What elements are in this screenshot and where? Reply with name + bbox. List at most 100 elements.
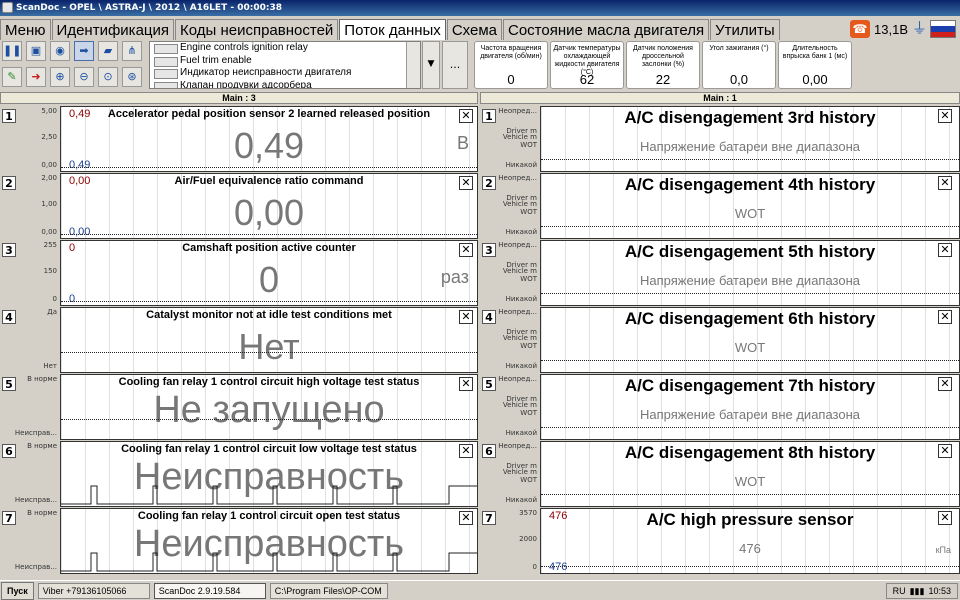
list-item[interactable]: Индикатор неисправности двигателя: [150, 67, 420, 80]
tab-2[interactable]: Коды неисправностей: [175, 19, 339, 40]
axis-tick: Неопред...: [498, 375, 537, 383]
left-row: 7 В норме Неисправ... Cooling fan relay 1 c…: [0, 508, 478, 574]
close-icon[interactable]: ✕: [938, 511, 952, 525]
parameter-plot: A/C disengagement 8th history WOT: [540, 441, 960, 507]
parameter-name: Accelerator pedal position sensor 2 lear…: [107, 108, 431, 120]
save-icon[interactable]: ▣: [26, 41, 46, 61]
tab-1[interactable]: Идентификация: [51, 19, 175, 40]
trace-line: [61, 301, 477, 302]
language-indicator[interactable]: RU: [893, 586, 906, 596]
parameter-plot: A/C disengagement 6th history WOT: [540, 307, 960, 373]
trace-line: [541, 427, 959, 428]
close-icon[interactable]: ✕: [459, 176, 473, 190]
close-icon[interactable]: ✕: [459, 377, 473, 391]
row-number: 4: [482, 310, 496, 324]
zoom-reset-icon[interactable]: ⊙: [98, 67, 118, 87]
list-item[interactable]: Engine controls ignition relay: [150, 42, 420, 55]
pause-icon[interactable]: ❚❚: [2, 41, 22, 61]
axis-tick: 3570: [519, 509, 537, 517]
signal-icon: ▮▮▮: [909, 585, 925, 596]
taskbar-item[interactable]: C:\Program Files\OP-COM: [269, 582, 388, 599]
tab-3[interactable]: Поток данных: [339, 19, 446, 40]
close-icon[interactable]: ✕: [938, 176, 952, 190]
row-number: 5: [2, 377, 16, 391]
list-item[interactable]: Fuel trim enable: [150, 55, 420, 68]
taskbar-item[interactable]: Viber +79136105066: [37, 582, 150, 599]
left-row: 3 255 150 0 Camshaft position active counter…: [0, 240, 478, 306]
axis-tick: WOT: [520, 476, 537, 484]
tab-bar: Меню Идентификация Коды неисправностей Пото…: [0, 19, 781, 40]
axis-labels: 5,00 2,50 0,00: [17, 107, 60, 171]
axis-tick: 255: [43, 241, 57, 249]
close-icon[interactable]: ✕: [938, 310, 952, 324]
trace-line: [541, 226, 959, 227]
language-flag-icon[interactable]: [930, 20, 956, 38]
axis-labels: Неопред... Driver m Vehicle m WOT Никакой: [497, 107, 540, 171]
parameter-name: Catalyst monitor not at idle test condit…: [146, 309, 392, 321]
parameter-list-scrollbar[interactable]: [406, 42, 420, 88]
title-bar: ScanDoc - OPEL \ ASTRA-J \ 2012 \ A16LET…: [0, 0, 960, 16]
parameter-plot: A/C high pressure sensor 476 кПа 476 476: [540, 508, 960, 574]
left-row: 2 2,00 1,00 0,00 Air/Fuel equivalence ratio …: [0, 173, 478, 239]
pen-icon[interactable]: ✎: [2, 67, 22, 87]
zoom-in-icon[interactable]: ⊕: [50, 67, 70, 87]
parameter-plot: Air/Fuel equivalence ratio command 0,00 0,…: [60, 173, 478, 239]
tree-icon[interactable]: ⋔: [122, 41, 142, 61]
parameter-plot: A/C disengagement 3rd history Напряжение …: [540, 106, 960, 172]
summary-card-value: 22: [655, 72, 671, 87]
open-folder-icon[interactable]: ▰: [98, 41, 118, 61]
list-item[interactable]: Клапан продувки адсорбера: [150, 80, 420, 88]
parameter-list[interactable]: Engine controls ignition relay Fuel trim…: [149, 41, 421, 89]
trace-line: [61, 485, 477, 505]
plug-icon: ⏚: [912, 20, 928, 37]
right-row: 3 Неопред... Driver m Vehicle m WOT Никакой A/…: [480, 240, 960, 306]
parameter-name: A/C disengagement 4th history: [624, 175, 876, 194]
min-value: 0: [69, 293, 76, 305]
close-icon[interactable]: ✕: [938, 243, 952, 257]
tab-0[interactable]: Меню: [0, 19, 51, 40]
axis-labels: В норме Неисправ...: [15, 442, 60, 506]
summary-card-label: Датчик положения дроссельной заслонки (%…: [633, 45, 693, 68]
max-value: 0: [69, 242, 76, 254]
phone-icon[interactable]: ☎: [850, 20, 871, 38]
axis-tick: Vehicle m: [502, 200, 537, 208]
chevron-down-icon[interactable]: ▼: [422, 41, 440, 89]
export-icon[interactable]: ➜: [26, 67, 46, 87]
axis-tick: 150: [43, 267, 57, 275]
row-number: 2: [2, 176, 16, 190]
summary-card: Угол зажигания (°) 0,0: [702, 41, 776, 89]
summary-card-label: Длительность впрыска банк 1 (мс): [782, 45, 848, 60]
axis-labels: 3570 2000 0: [497, 509, 540, 573]
zoom-fit-icon[interactable]: ⊛: [122, 67, 142, 87]
close-icon[interactable]: ✕: [459, 511, 473, 525]
close-icon[interactable]: ✕: [459, 444, 473, 458]
axis-labels: Неопред... Driver m Vehicle m WOT Никакой: [497, 442, 540, 506]
axis-labels: Неопред... Driver m Vehicle m WOT Никакой: [497, 241, 540, 305]
tab-6[interactable]: Утилиты: [710, 19, 780, 40]
close-icon[interactable]: ✕: [459, 310, 473, 324]
close-icon[interactable]: ✕: [938, 377, 952, 391]
parameter-value: Напряжение батареи вне диапазона: [639, 139, 861, 154]
max-value: 0,00: [69, 175, 91, 187]
trace-line: [61, 419, 477, 420]
close-icon[interactable]: ✕: [938, 444, 952, 458]
start-button[interactable]: Пуск: [1, 581, 34, 600]
more-button[interactable]: ...: [442, 41, 468, 89]
summary-card-value: 0: [507, 72, 515, 87]
close-icon[interactable]: ✕: [938, 109, 952, 123]
right-row: 4 Неопред... Driver m Vehicle m WOT Никакой A/…: [480, 307, 960, 373]
close-icon[interactable]: ✕: [459, 243, 473, 257]
right-row: 2 Неопред... Driver m Vehicle m WOT Никакой A/…: [480, 173, 960, 239]
parameter-value: 0,00: [233, 192, 305, 233]
tab-5[interactable]: Состояние масла двигателя: [502, 19, 710, 40]
close-icon[interactable]: ✕: [459, 109, 473, 123]
taskbar-item[interactable]: ScanDoc 2.9.19.584: [153, 582, 266, 599]
record-icon[interactable]: ◉: [50, 41, 70, 61]
zoom-out-icon[interactable]: ⊖: [74, 67, 94, 87]
left-row: 6 В норме Неисправ... Cooling fan relay 1 c…: [0, 441, 478, 507]
axis-tick: Неопред...: [498, 308, 537, 316]
parameter-plot: Cooling fan relay 1 control circuit low …: [60, 441, 478, 507]
voltage-readout: 13,1В: [874, 21, 908, 37]
play-icon[interactable]: ➡: [74, 41, 94, 61]
tab-4[interactable]: Схема: [446, 19, 502, 40]
